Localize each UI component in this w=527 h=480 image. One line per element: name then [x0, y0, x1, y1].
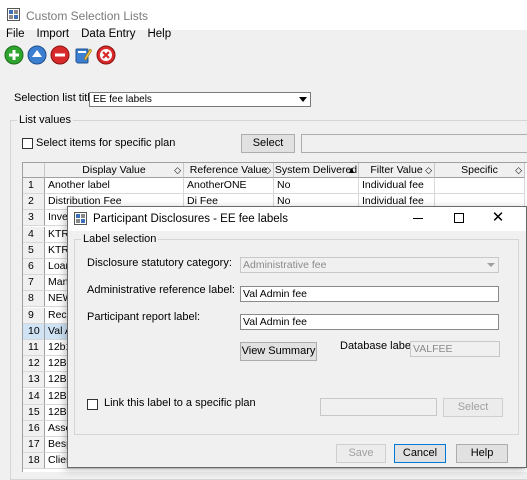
row-number: 13 — [23, 372, 45, 389]
row-number: 17 — [23, 437, 45, 454]
toolbar — [4, 45, 116, 65]
app-icon — [7, 8, 20, 21]
grid-corner-header — [23, 163, 45, 178]
col-specific[interactable]: Specific ◇ — [435, 163, 525, 178]
admin-ref-label: Administrative reference label: — [87, 284, 235, 296]
list-values-legend: List values — [17, 114, 73, 126]
row-number: 15 — [23, 404, 45, 421]
row-number: 6 — [23, 259, 45, 275]
row-number: 11 — [23, 340, 45, 356]
selection-list-title-label: Selection list title: — [14, 92, 99, 104]
row-number: 9 — [23, 307, 45, 324]
col-system-delivered[interactable]: System Delivered ▲ — [274, 163, 359, 178]
menu-import[interactable]: Import — [37, 28, 70, 44]
row-number: 3 — [23, 210, 45, 227]
selection-list-value: EE fee labels — [93, 94, 152, 105]
minimize-icon[interactable] — [413, 218, 423, 219]
category-value: Administrative fee — [243, 259, 327, 271]
row-number: 8 — [23, 291, 45, 308]
sort-icon: ◇ — [515, 165, 522, 175]
database-label-caption: Database label: — [340, 340, 417, 352]
menu-data-entry[interactable]: Data Entry — [81, 28, 135, 44]
chevron-down-icon — [487, 263, 495, 267]
selection-list-combo[interactable]: EE fee labels — [89, 92, 311, 107]
cell-filter[interactable]: Individual fee — [359, 178, 435, 194]
remove-icon[interactable] — [50, 45, 70, 65]
link-plan-field — [320, 398, 437, 416]
link-plan-label: Link this label to a specific plan — [104, 397, 256, 409]
cancel-button[interactable]: Cancel — [394, 444, 446, 463]
row-number: 18 — [23, 453, 45, 470]
menu-bar: File Import Data Entry Help — [0, 28, 171, 44]
row-number: 2 — [23, 194, 45, 211]
window-title: Custom Selection Lists — [26, 9, 149, 23]
category-combo[interactable]: Administrative fee — [240, 257, 499, 273]
row-number: 4 — [23, 226, 45, 243]
row-number: 16 — [23, 421, 45, 437]
menu-file[interactable]: File — [6, 28, 25, 44]
link-plan-checkbox[interactable] — [87, 399, 98, 410]
view-summary-button[interactable]: View Summary — [240, 342, 317, 361]
participant-disclosures-dialog: Participant Disclosures - EE fee labels … — [67, 206, 527, 468]
up-icon[interactable] — [27, 45, 47, 65]
sort-asc-icon: ▲ — [347, 165, 356, 175]
row-number: 1 — [23, 178, 45, 194]
admin-ref-input[interactable]: Val Admin fee — [240, 286, 499, 302]
col-reference-value[interactable]: Reference Value ◇ — [184, 163, 274, 178]
edit-icon[interactable] — [73, 45, 93, 65]
sort-icon: ◇ — [264, 165, 271, 175]
plan-field — [301, 134, 527, 153]
category-label: Disclosure statutory category: — [87, 257, 232, 269]
row-number: 5 — [23, 242, 45, 259]
row-number: 12 — [23, 356, 45, 373]
col-filter-value[interactable]: Filter Value ◇ — [359, 163, 435, 178]
cell-specific[interactable] — [435, 178, 525, 194]
table-row[interactable]: 1 Another label AnotherONE No Individual fee — [23, 178, 527, 194]
cell-sys[interactable]: No — [274, 178, 359, 194]
sort-icon: ◇ — [174, 165, 181, 175]
report-label: Participant report label: — [87, 311, 201, 323]
chevron-down-icon — [299, 97, 307, 102]
row-number: 10 — [23, 323, 45, 340]
add-icon[interactable] — [4, 45, 24, 65]
menu-help[interactable]: Help — [147, 28, 171, 44]
select-plan-button[interactable]: Select — [241, 134, 295, 153]
cell-ref[interactable]: AnotherONE — [184, 178, 274, 194]
specific-plan-checkbox[interactable] — [22, 138, 33, 149]
help-button[interactable]: Help — [456, 444, 508, 463]
close-icon[interactable]: ✕ — [490, 209, 506, 227]
specific-plan-checkbox-label: Select items for specific plan — [36, 137, 176, 149]
row-number: 7 — [23, 275, 45, 292]
delete-icon[interactable] — [96, 45, 116, 65]
dialog-title: Participant Disclosures - EE fee labels — [93, 213, 288, 225]
cell-display[interactable]: Another label — [45, 178, 184, 194]
col-display-value[interactable]: Display Value ◇ — [45, 163, 184, 178]
app-icon — [74, 212, 87, 225]
row-number: 14 — [23, 388, 45, 405]
database-label-field: VALFEE — [410, 341, 500, 357]
report-label-input[interactable]: Val Admin fee — [240, 314, 499, 330]
maximize-icon[interactable] — [454, 213, 464, 223]
label-selection-legend: Label selection — [81, 233, 159, 245]
sort-icon: ◇ — [425, 165, 432, 175]
save-button[interactable]: Save — [336, 444, 386, 463]
dialog-select-button[interactable]: Select — [443, 398, 503, 417]
